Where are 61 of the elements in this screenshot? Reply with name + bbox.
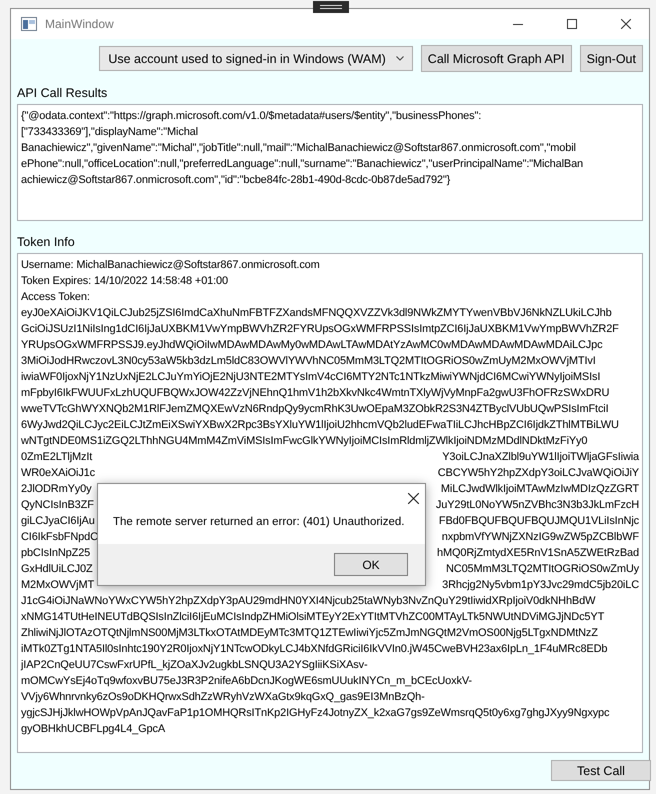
app-icon [21,17,37,31]
close-icon[interactable] [408,492,419,504]
token-text-line: GxHdlUiLCJ0Z [21,562,93,577]
test-call-button[interactable]: Test Call [551,760,651,781]
result-text-line: ["733433369"],"displayName":"Michal [21,125,198,140]
token-text-line: CI6IkFsbFNpdC [21,530,98,545]
drag-handle-icon[interactable] [313,1,349,13]
token-text-line: wNTgtNDE0MS1iZGQ2LThhNGU4MmM4ZmViMSIsImFwcGlkYWNyIjoiMCIsImRldmljZWlkIjoiNDMzMDdlNDktMzFiYy0 [21,434,588,449]
account-dropdown[interactable]: Use account used to signed-in in Windows (WAM) [99,46,413,71]
token-text-line: FBd0FBQUFBQUFBQUJMQU1VLiIsInNjc [438,514,639,529]
token-text-line: 0ZmE2LTljMzIt [21,450,92,465]
token-text-line: Y3oiLCJnaXZlbl9uYW1lIjoiTWljaGFsIiwia [442,450,639,465]
token-text-line: CBCYW5hY2hpZXdpY3oiLCJvaWQiOiJiY [438,466,639,481]
token-text-line: J1cG4iOiJNaWNoYWxCYW5hY2hpZXdpY3pAU29mdHN0YXI4Njcub25taWNyb3NvZnQuY29tIiwidXRpIjoiV0dkNHhBdW [21,594,596,609]
token-text-line: jIAP2CnQeUU7CswFxrUPfL_kjZOaXJv2ugkbLSNQU3A2YSgIiiKSiXAsv- [21,658,368,673]
token-text-line: WR0eXAiOiJ1c [21,466,95,481]
token-text-line: M2MxOWVjMT [21,578,94,593]
token-text-line: giLCJyaCI6IjAu [21,514,95,529]
token-text-line: iMTk0ZTg1NTA5Il0sInhtc190Y2R0IjoxNjY1NTcwODkyLCJ4bXNfdGRiciI6IkVVIn0.jW45CweBVH23ax6IpLn_1F4uMRc8EDb [21,642,608,657]
token-text-box[interactable] [17,253,643,753]
token-text-line: 6WyJwd2QiLCJyc2EiLCJtZmEiXSwiYXBwX2Rpc3BsYXluYW1lIjoiU2hhcmVQb2ludEFwaTIiLCJhcHBpZCI6IjdkZThlMTBiLWU [21,418,619,433]
token-text-line: mOMCwYsEj4oTq9wfoxvBU75eJ3R3P2nifeA6bDcnJKogWE6smUUukINYCn_m_bCEcUoxkV- [21,674,472,689]
token-text-line: Username: MichalBanachiewicz@Softstar867.onmicrosoft.com [21,258,320,273]
token-text-line: nxpbmVfYWNjZXNzIG9wZW5pZCBlbWF [442,530,639,545]
token-text-line: eyJ0eXAiOiJKV1QiLCJub25jZSI6ImdCaXhuNmFBTFZXandsMFNQQXVZZVk3dl9NWkZMYTYwenVBbVJ6NkNZLUkiLCJhb [21,306,612,321]
token-text-line: iwiaWF0IjoxNjY1NzUxNjE2LCJuYmYiOjE2NjU3NTE2MTYsImV4cCI6MTY2NTc1NTkzMiwiYWNjdCI6MCwiYWNyIjoiMSIsI [21,370,600,385]
caret-icon [396,56,404,61]
result-text-line: {"@odata.context":"https://graph.microsoft.com/v1.0/$metadata#users/$entity","businessPhones": [21,109,482,124]
token-text-line: 3Rhcjg2Ny5vbm1pY3Jvc29mdC5jb20iLC [442,578,639,593]
result-text-line: achiewicz@Softstar867.onmicrosoft.com","id":"bcbe84fc-28b1-490d-8cdc-0b87de5ad792"} [21,173,450,188]
ok-button[interactable]: OK [334,553,408,576]
token-text-line: ZhliwiNjJlOTAzOTQtNjlmNS00MjM3LTkxOTAtMDEyMTc3MTQ1ZTEwIiwiYjc5ZmJmNGQtM2VmOS00Njg5LTgxNDMtNzZ [21,626,598,641]
token-text-line: pbCIsInNpZ25 [21,546,90,561]
token-text-line: ygjcSJHjJklwHOWpVpAnJQavFaP1p1OMHQRsITnKp2IGHyFz4JotnyZX_k2xaG7gs9ZeWmsrqQ5t0y6xg7ghgJXyy9Ngxypc [21,706,610,721]
token-text-line: gyOBHkhUCBFLpg4L4_GpcA [21,722,166,737]
token-text-line: 2JlODRmYy0y [21,482,92,497]
section-label: API Call Results [17,86,108,100]
section-label: Token Info [17,235,76,249]
token-text-line: VVjy6Whnrvnky6zOs9oDKHQrwxSdhZzWRyhVzWXaGtx9kqGxQ_gas9EI3MnBzQh- [21,690,425,705]
token-text-line: wweTVTcGhWYXNQb2M1RlFJemZMQXEwVzN6RndpQy9ycmRhK3UwOEpaM3ZObkR2S3N4ZTByclVUbUQwPSIsImFtciI [21,402,609,417]
token-text-line: JuY29tL0NoYW5nZVBhc3N3b3JkLmFzcH [436,498,639,513]
window-title: MainWindow [45,17,115,31]
token-text-line: QyNCIsInB3ZF [21,498,94,513]
token-text-line: hMQ0RjZmtydXE5RnV1SnA5ZWEtRzBad [437,546,639,561]
toolbar-button[interactable]: Sign-Out [580,45,643,72]
toolbar-button[interactable]: Call Microsoft Graph API [420,45,572,72]
token-text-line: mFpbyI6IkFWUUFxLzhUQUFBQWxJOW42ZzVjNEhnQ1hmV1h2bXkvNkc4WmtnTXlyWjVyMnpFa2gwU3FhOFRzSWxDRU [21,386,610,401]
token-text-line: YRUpsOGxWMFRPSSJ9.eyJhdWQiOiIwMDAwMDAwMy0wMDAwLTAwMDAtYzAwMC0wMDAwMDAwMDAwMDAiLCJpc [21,338,602,353]
token-text-line: xNMG14TUtHeINEUTdBQSIsInZlciI6IjEuMCIsIndpZHMiOlsiMTEyY2ExYTItMTVhZC00MTAyLTk5NWUtNDViMGJjNDc5YT [21,610,604,625]
token-text-line: MiLCJwdWlkIjoiMTAwMzIwMDIzQzZGRT [440,482,639,497]
results-text-box[interactable] [17,104,643,221]
token-text-line: Access Token: [21,290,90,305]
result-text-line: Banachiewicz","givenName":"Michal","jobTitle":null,"mail":"MichalBanachiewicz@Softstar867.onmicrosoft.com","mobil [21,141,576,156]
token-text-line: Token Expires: 14/10/2022 14:58:48 +01:00 [21,274,228,289]
result-text-line: ePhone":null,"officeLocation":null,"preferredLanguage":null,"surname":"Banachiewicz","userPrincipalName":"MichalBan [21,157,584,172]
token-text-line: GciOiJSUzI1NiIsIng1dCI6IjJaUXBKM1VwYmpBWVhZR2FYRUpsOGxWMFRPSSIsImtpZCI6IjJaUXBKM1VwYmpBWVhZR2F [21,322,619,337]
close-icon[interactable] [621,19,631,29]
error-message: The remote server returned an error: (401) Unauthorized. [112,515,404,530]
token-text-line: 3MiOiJodHRwczovL3N0cy53aW5kb3dzLm5ldC83OWVlYWVhNC05MmM3LTQ2MTItOGRiOS0wZmUyM2MxOWVjMTIvI [21,354,596,369]
maximize-icon[interactable] [567,19,577,29]
token-text-line: NC05MmM3LTQ2MTItOGRiOS0wZmUy [446,562,639,577]
